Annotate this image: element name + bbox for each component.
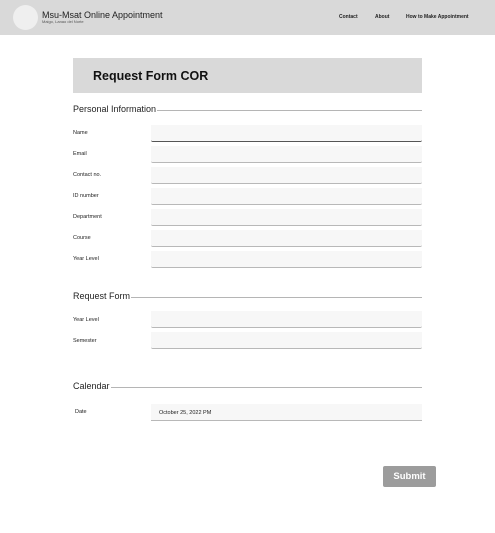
- nav-contact-link[interactable]: Contact: [339, 14, 358, 20]
- request-year-level-input[interactable]: [151, 311, 422, 328]
- section-title-personal: Personal Information: [73, 104, 158, 114]
- email-label: Email: [73, 151, 87, 157]
- id-number-input[interactable]: [151, 188, 422, 205]
- section-personal-information: Personal Information: [73, 104, 422, 116]
- top-navbar: Msu-Msat Online Appointment Maigo, Lanao…: [0, 0, 495, 35]
- section-request-form: Request Form: [73, 291, 422, 303]
- nav-about-link[interactable]: About: [375, 14, 389, 20]
- semester-label: Semester: [73, 338, 97, 344]
- section-title-calendar: Calendar: [73, 381, 111, 391]
- course-label: Course: [73, 235, 91, 241]
- name-input[interactable]: [151, 125, 422, 142]
- form-title: Request Form COR: [93, 69, 209, 83]
- date-label: Date: [75, 409, 87, 415]
- section-title-request: Request Form: [73, 291, 132, 301]
- date-value: October 25, 2022 PM: [159, 410, 212, 416]
- request-year-level-label: Year Level: [73, 317, 99, 323]
- id-number-label: ID number: [73, 193, 99, 199]
- contact-no-label: Contact no.: [73, 172, 102, 178]
- name-label: Name: [73, 130, 88, 136]
- email-input[interactable]: [151, 146, 422, 163]
- form-title-box: Request Form COR: [73, 58, 422, 93]
- year-level-input[interactable]: [151, 251, 422, 268]
- date-picker-input[interactable]: October 25, 2022 PM: [151, 404, 422, 421]
- submit-button[interactable]: Submit: [383, 466, 436, 487]
- nav-how-to-link[interactable]: How to Make Appointment: [406, 14, 469, 20]
- course-input[interactable]: [151, 230, 422, 247]
- brand-subtitle: Maigo, Lanao del Norte: [42, 19, 84, 24]
- year-level-label: Year Level: [73, 256, 99, 262]
- department-input[interactable]: [151, 209, 422, 226]
- department-label: Department: [73, 214, 102, 220]
- section-divider: [73, 387, 422, 388]
- section-calendar: Calendar: [73, 381, 422, 393]
- logo-icon[interactable]: [13, 5, 38, 30]
- contact-no-input[interactable]: [151, 167, 422, 184]
- semester-input[interactable]: [151, 332, 422, 349]
